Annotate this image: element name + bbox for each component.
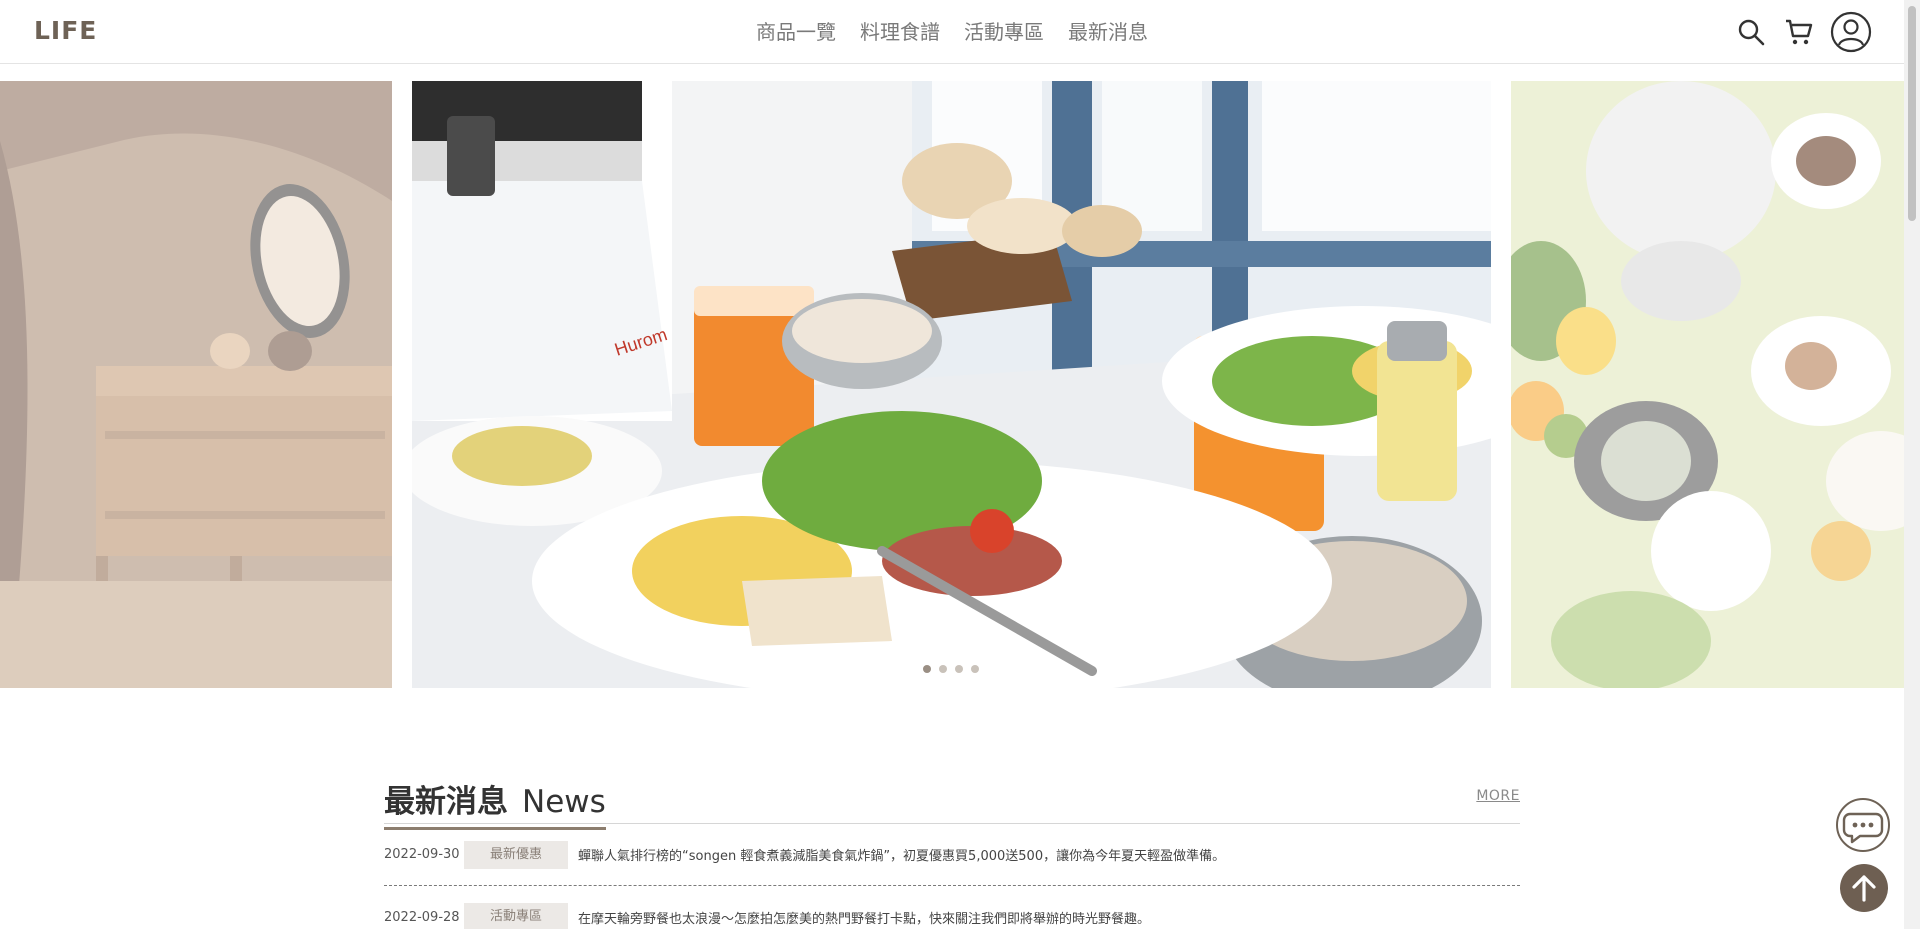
arrow-up-icon [1852,875,1876,902]
scrollbar-thumb[interactable] [1908,6,1916,221]
user-icon[interactable] [1830,11,1872,53]
search-icon[interactable] [1737,18,1765,46]
news-title: 最新消息 News [384,776,606,830]
main-nav: 商品一覽 料理食譜 活動專區 最新消息 [756,19,1148,45]
carousel-dots [923,665,979,673]
hero-carousel[interactable]: Hurom [0,81,1904,688]
carousel-slide-prev[interactable] [0,81,392,688]
news-title-zh: 最新消息 [384,784,508,820]
news-more-link[interactable]: MORE [1476,788,1520,804]
page-scrollbar[interactable] [1904,0,1920,929]
nav-item-products[interactable]: 商品一覽 [756,19,836,45]
carousel-dot-2[interactable] [939,665,947,673]
cart-icon[interactable] [1784,17,1814,47]
news-date: 2022-09-28 [384,909,460,925]
nav-item-news[interactable]: 最新消息 [1068,19,1148,45]
news-title-en: News [522,784,606,820]
news-text[interactable]: 蟬聯人氣排行榜的“songen 輕食煮義減脂美食氣炸鍋”，初夏優惠買5,000送… [578,845,1225,864]
news-row[interactable]: 2022-09-28 活動專區 在摩天輪旁野餐也太浪漫～怎麼拍怎麼美的熱門野餐打… [384,886,1520,929]
nav-item-recipes[interactable]: 料理食譜 [860,19,940,45]
news-section: 最新消息 News MORE 2022-09-30 最新優惠 蟬聯人氣排行榜的“s… [384,770,1520,929]
carousel-dot-3[interactable] [955,665,963,673]
news-tag[interactable]: 活動專區 [464,903,568,929]
news-date: 2022-09-30 [384,847,460,862]
back-to-top-button[interactable] [1840,864,1888,912]
carousel-slide-active[interactable]: Hurom [412,81,1491,688]
news-row[interactable]: 2022-09-30 最新優惠 蟬聯人氣排行榜的“songen 輕食煮義減脂美食… [384,824,1520,886]
chat-button[interactable] [1836,798,1890,852]
brand-logo[interactable]: LIFE [34,16,97,45]
carousel-slide-next[interactable] [1511,81,1904,688]
news-text[interactable]: 在摩天輪旁野餐也太浪漫～怎麼拍怎麼美的熱門野餐打卡點，快來關注我們即將舉辦的時光… [578,908,1150,927]
news-tag[interactable]: 最新優惠 [464,840,568,869]
chat-icon [1842,812,1884,844]
carousel-dot-1[interactable] [923,665,931,673]
carousel-dot-4[interactable] [971,665,979,673]
site-header: LIFE 商品一覽 料理食譜 活動專區 最新消息 [0,0,1904,64]
nav-item-events[interactable]: 活動專區 [964,19,1044,45]
news-header: 最新消息 News MORE [384,770,1520,830]
